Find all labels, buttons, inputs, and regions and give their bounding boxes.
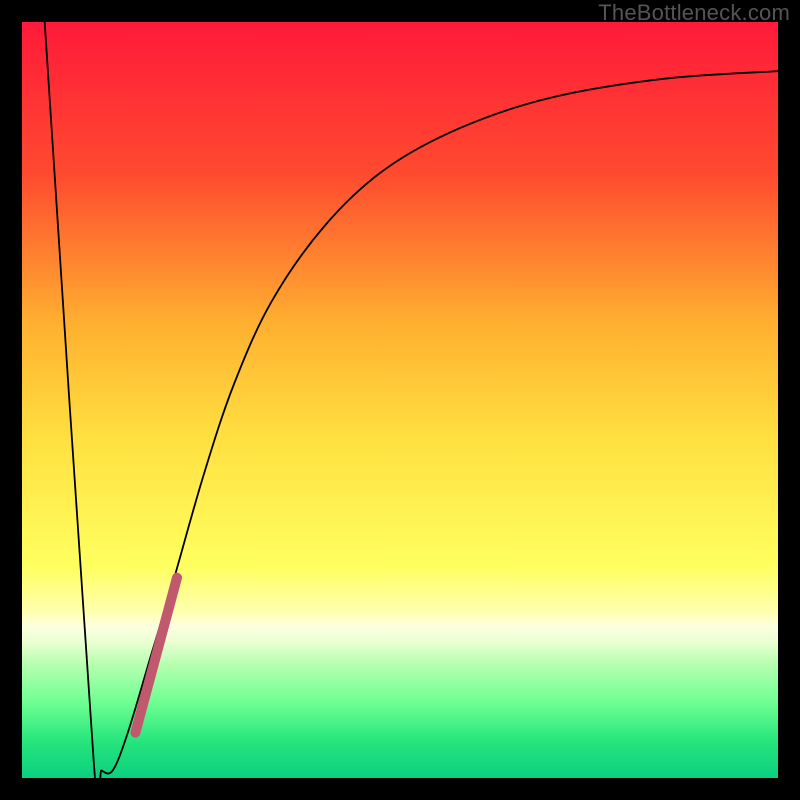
- gradient-background: [22, 22, 778, 778]
- plot-area: [22, 22, 778, 778]
- chart-frame: TheBottleneck.com: [0, 0, 800, 800]
- bottleneck-chart: [22, 22, 778, 778]
